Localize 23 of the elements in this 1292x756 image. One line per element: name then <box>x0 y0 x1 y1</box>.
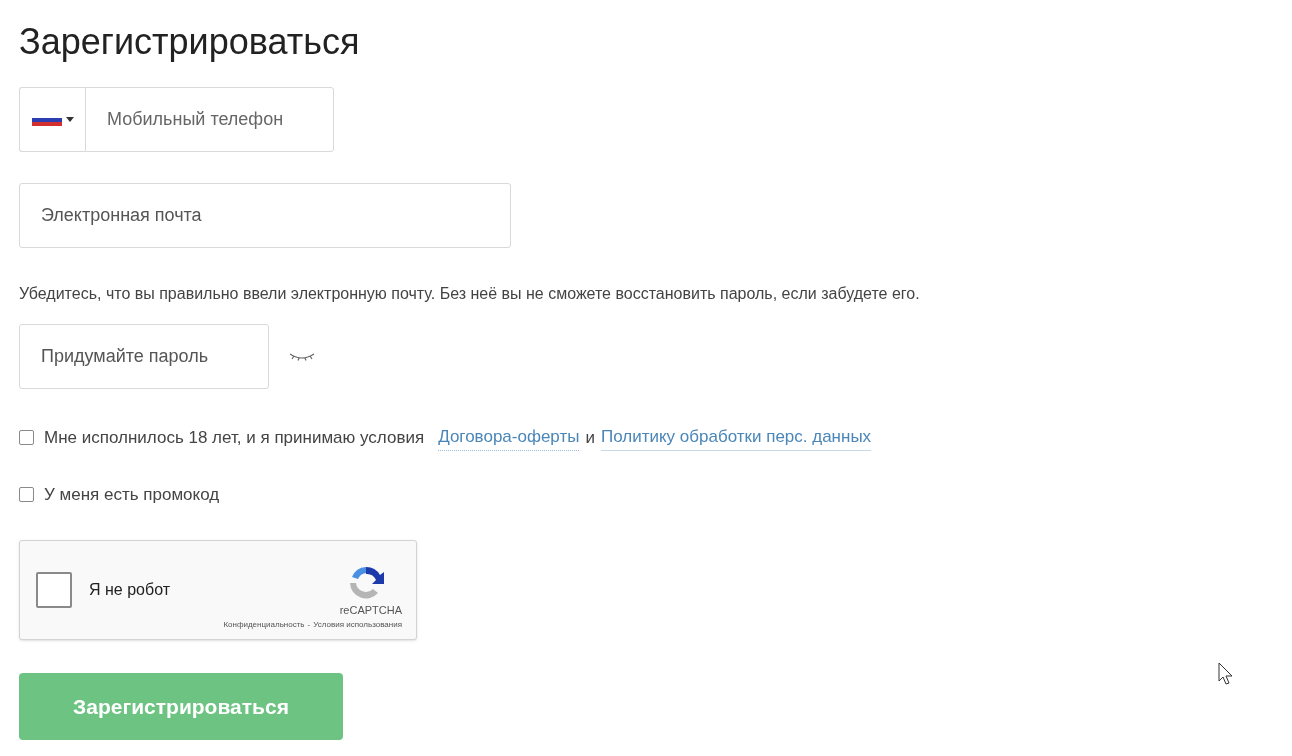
password-field[interactable]: Придумайте пароль <box>19 324 269 389</box>
captcha-label: Я не робот <box>89 580 171 600</box>
promo-label: У меня есть промокод <box>44 483 220 506</box>
checkbox[interactable] <box>19 486 34 502</box>
country-selector[interactable] <box>19 87 85 152</box>
mouse-cursor-icon <box>1218 662 1234 686</box>
register-button[interactable]: Зарегистрироваться <box>19 673 343 740</box>
separator-text: - <box>307 619 311 631</box>
agreement-label: Мне исполнилось 18 лет, и я принимаю условия <box>44 426 425 449</box>
page-title: Зарегистрироваться <box>19 20 361 64</box>
email-note: Убедитесь, что вы правильно ввели электронную почту. Без неё вы не сможете восстановить пароль, если забудете его. <box>19 284 921 304</box>
caret-icon <box>65 117 74 122</box>
captcha-brand: reCAPTCHA <box>339 603 402 617</box>
checkbox[interactable] <box>19 429 34 445</box>
closed-eye-icon[interactable] <box>289 352 315 361</box>
captcha-privacy-link[interactable]: Конфиденциальность <box>223 619 305 631</box>
email-field[interactable]: Электронная почта <box>19 183 511 248</box>
phone-field[interactable]: Мобильный телефон <box>85 87 334 152</box>
privacy-policy-link[interactable]: Политику обработки перс. данных <box>600 424 872 451</box>
conjunction-text: и <box>585 426 595 449</box>
checkbox[interactable] <box>36 572 72 608</box>
captcha-terms-link[interactable]: Условия использования <box>313 619 402 631</box>
offer-link[interactable]: Договора-оферты <box>438 424 580 451</box>
